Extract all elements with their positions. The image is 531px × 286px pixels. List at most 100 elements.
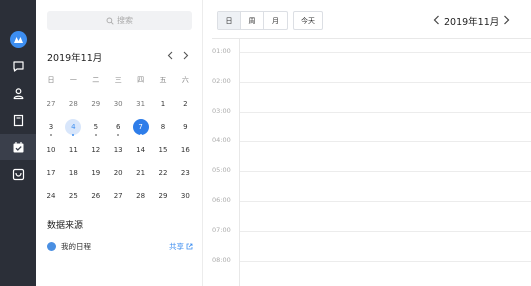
document-icon <box>13 114 23 126</box>
prev-month-button[interactable] <box>430 13 442 27</box>
calendar-day[interactable]: 12 <box>85 140 107 160</box>
weekday-header: 四 <box>137 76 145 84</box>
chevron-right-icon <box>183 51 189 59</box>
calendar-day[interactable]: 16 <box>174 140 196 160</box>
calendar-day-number: 7 <box>132 119 149 135</box>
calendar-day-number: 6 <box>115 123 121 131</box>
calendar-day[interactable]: 17 <box>40 163 62 183</box>
calendar-day[interactable]: 8 <box>152 117 174 137</box>
calendar-day-number: 29 <box>91 100 101 108</box>
calendar-day[interactable]: 31 <box>130 94 152 114</box>
calendar-day[interactable]: 10 <box>40 140 62 160</box>
calendar-day[interactable]: 19 <box>85 163 107 183</box>
mini-prev-month-button[interactable] <box>163 48 177 62</box>
next-month-button[interactable] <box>500 13 512 27</box>
calendar-icon <box>13 141 23 152</box>
calendar-day[interactable]: 7 <box>130 117 152 137</box>
calendar-day[interactable]: 21 <box>130 163 152 183</box>
calendar-day-number: 9 <box>183 123 188 131</box>
calendar-day[interactable]: 6 <box>107 117 129 137</box>
hour-slot[interactable] <box>240 171 531 173</box>
calendar-day-number: 21 <box>136 169 146 177</box>
month-view-button[interactable]: 月 <box>264 12 287 29</box>
calendar-day[interactable]: 28 <box>62 94 84 114</box>
calendar-day[interactable]: 28 <box>130 186 152 206</box>
chevron-right-icon <box>503 15 509 25</box>
calendar-day-number: 18 <box>68 169 78 177</box>
calendar-day-number: 27 <box>113 192 123 200</box>
sidebar-item-documents[interactable] <box>0 107 36 133</box>
calendar-day[interactable]: 15 <box>152 140 174 160</box>
sidebar-item-calendar[interactable] <box>0 134 36 160</box>
calendar-day[interactable]: 14 <box>130 140 152 160</box>
calendar-day[interactable]: 30 <box>174 186 196 206</box>
calendar-day[interactable]: 30 <box>107 94 129 114</box>
calendar-day[interactable]: 9 <box>174 117 196 137</box>
share-link[interactable]: 共享 <box>169 241 193 252</box>
hour-slot[interactable] <box>240 141 531 143</box>
logo-icon <box>9 30 27 48</box>
time-gutter-divider <box>239 38 240 286</box>
calendar-day[interactable]: 1 <box>152 94 174 114</box>
inbox-icon <box>12 168 24 180</box>
calendar-day[interactable]: 23 <box>174 163 196 183</box>
calendar-day[interactable]: 5 <box>85 117 107 137</box>
hour-slot[interactable] <box>240 52 531 53</box>
calendar-day-number: 30 <box>180 192 190 200</box>
data-source-item[interactable]: 我的日程 共享 <box>47 239 193 253</box>
calendar-day[interactable]: 29 <box>85 94 107 114</box>
mini-calendar-title: 2019年11月 <box>47 53 103 64</box>
sidebar-item-messages[interactable] <box>0 53 36 79</box>
hour-slot[interactable] <box>240 201 531 202</box>
calendar-day[interactable]: 26 <box>85 186 107 206</box>
hour-label: 01:00 <box>212 47 231 55</box>
weekday-header: 一 <box>69 76 77 84</box>
hour-label: 03:00 <box>212 106 231 115</box>
calendar-day[interactable]: 22 <box>152 163 174 183</box>
calendar-day[interactable]: 27 <box>40 94 62 114</box>
calendar-day[interactable]: 25 <box>62 186 84 206</box>
calendar-day[interactable]: 24 <box>40 186 62 206</box>
sidebar-item-inbox[interactable] <box>0 161 36 187</box>
hour-slot[interactable] <box>240 230 531 232</box>
calendar-day-number: 17 <box>46 169 56 177</box>
calendar-day-number: 16 <box>180 146 190 154</box>
calendar-side-panel: 搜索 2019年11月 日一二三四五六 27 28 29 30 31 1 2 3 4 5 6 7 8 9 10… <box>36 0 202 286</box>
calendar-day[interactable]: 4 <box>62 117 84 137</box>
today-button[interactable]: 今天 <box>293 11 323 30</box>
calendar-day[interactable]: 29 <box>152 186 174 206</box>
calendar-day[interactable]: 3 <box>40 117 62 137</box>
calendar-day-number: 13 <box>113 146 123 154</box>
calendar-day[interactable]: 18 <box>62 163 84 183</box>
mini-next-month-button[interactable] <box>179 48 193 62</box>
calendar-day[interactable]: 27 <box>107 186 129 206</box>
sidebar-item-contacts[interactable] <box>0 80 36 106</box>
calendar-day-number: 10 <box>46 146 56 154</box>
hour-slot[interactable] <box>240 260 531 262</box>
hour-label: 05:00 <box>212 166 231 175</box>
search-icon <box>106 17 114 25</box>
calendar-day[interactable]: 20 <box>107 163 129 183</box>
day-view-button[interactable]: 日 <box>218 12 241 29</box>
app-logo[interactable] <box>0 26 36 52</box>
hour-slot[interactable] <box>240 81 531 83</box>
hour-label: 06:00 <box>212 196 231 204</box>
calendar-day[interactable]: 2 <box>174 94 196 114</box>
calendar-day-number: 31 <box>136 100 146 108</box>
calendar-day[interactable]: 13 <box>107 140 129 160</box>
search-input[interactable]: 搜索 <box>47 11 192 30</box>
data-source-name: 我的日程 <box>61 241 91 251</box>
view-switcher: 日 周 月 <box>217 11 288 30</box>
calendar-day-number: 1 <box>160 100 166 108</box>
contacts-icon <box>13 87 23 99</box>
calendar-day-number: 29 <box>158 192 168 200</box>
calendar-day[interactable]: 11 <box>62 140 84 160</box>
calendar-day-number: 11 <box>68 146 78 154</box>
event-dot <box>117 134 120 136</box>
calendar-day-number: 27 <box>46 100 56 108</box>
calendar-day-number: 5 <box>93 123 99 131</box>
calendar-day-number: 12 <box>91 146 101 154</box>
hour-slot[interactable] <box>240 111 531 113</box>
chevron-left-icon <box>167 51 173 59</box>
week-view-button[interactable]: 周 <box>241 12 264 29</box>
